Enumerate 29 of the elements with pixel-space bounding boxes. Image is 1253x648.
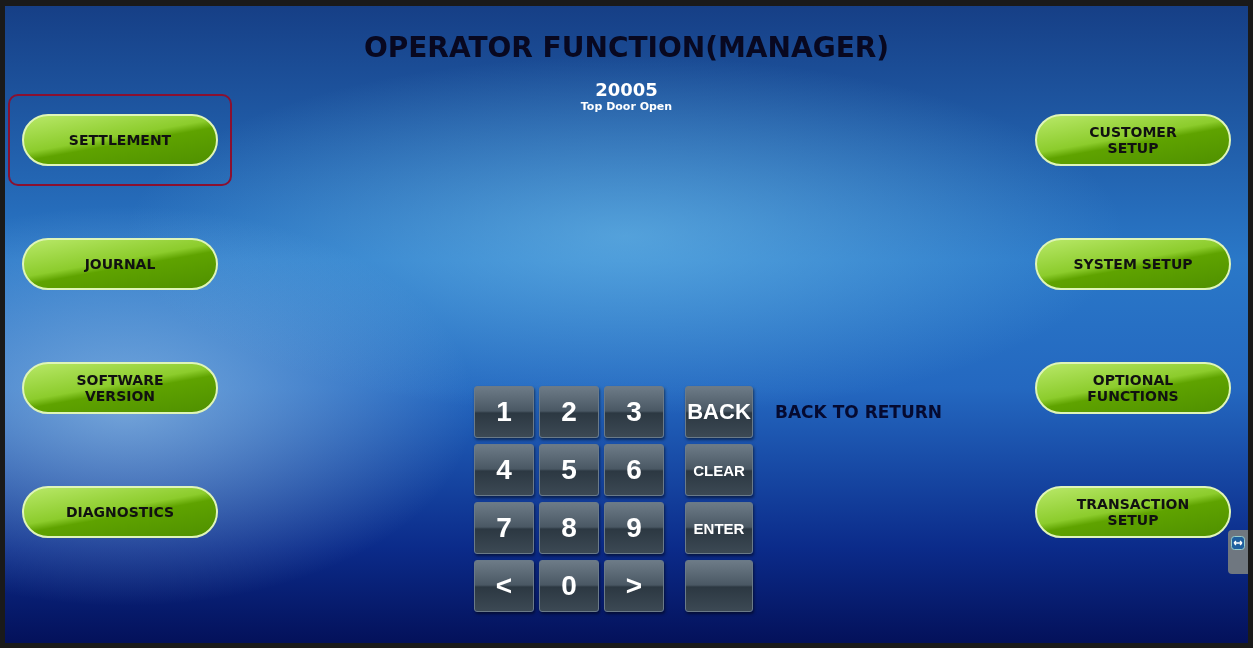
status-message: Top Door Open	[579, 100, 674, 114]
menu-button[interactable]: JOURNAL	[22, 238, 218, 290]
menu-button[interactable]: OPTIONAL FUNCTIONS	[1035, 362, 1231, 414]
menu-button[interactable]: CUSTOMER SETUP	[1035, 114, 1231, 166]
menu-button[interactable]: TRANSACTION SETUP	[1035, 486, 1231, 538]
screen-title: OPERATOR FUNCTION(MANAGER)	[362, 30, 891, 66]
keypad-key[interactable]: >	[604, 560, 664, 612]
hint-text: BACK TO RETURN	[775, 402, 943, 422]
function-key[interactable]: ENTER	[685, 502, 753, 554]
blank-key[interactable]	[685, 560, 753, 612]
function-key[interactable]: CLEAR	[685, 444, 753, 496]
menu-button[interactable]: SOFTWARE VERSION	[22, 362, 218, 414]
status-code: 20005	[594, 80, 659, 100]
menu-button[interactable]: SYSTEM SETUP	[1035, 238, 1231, 290]
menu-button[interactable]: SETTLEMENT	[22, 114, 218, 166]
keypad-key[interactable]: 6	[604, 444, 664, 496]
keypad-key[interactable]: 8	[539, 502, 599, 554]
keypad-key[interactable]: 2	[539, 386, 599, 438]
keypad-key[interactable]: <	[474, 560, 534, 612]
remote-tab-icon[interactable]	[1228, 530, 1248, 574]
keypad-key[interactable]: 9	[604, 502, 664, 554]
keypad-key[interactable]: 4	[474, 444, 534, 496]
menu-button[interactable]: DIAGNOSTICS	[22, 486, 218, 538]
keypad-key[interactable]: 1	[474, 386, 534, 438]
function-key[interactable]: BACK	[685, 386, 753, 438]
keypad-key[interactable]: 7	[474, 502, 534, 554]
keypad-key[interactable]: 0	[539, 560, 599, 612]
keypad-key[interactable]: 3	[604, 386, 664, 438]
keypad-key[interactable]: 5	[539, 444, 599, 496]
